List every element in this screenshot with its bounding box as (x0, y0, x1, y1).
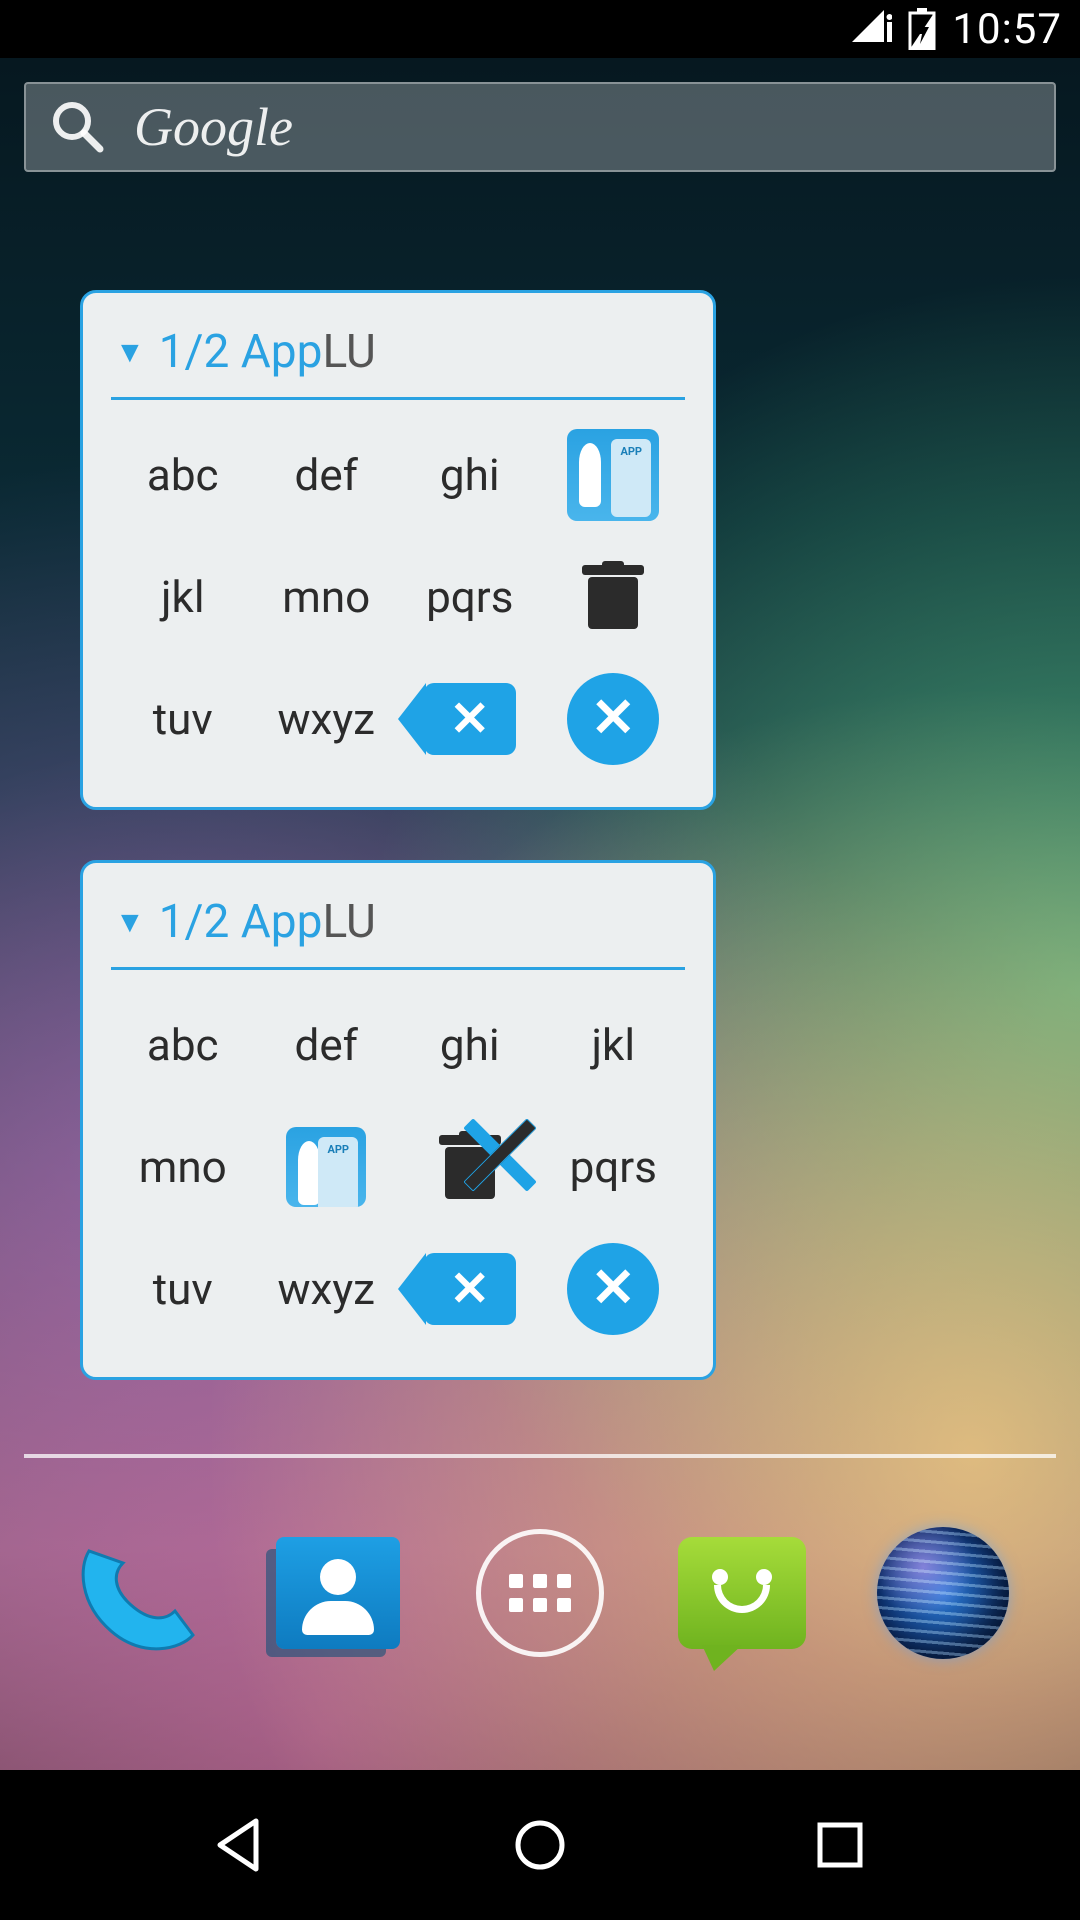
applu-app-icon[interactable] (567, 429, 659, 521)
back-button[interactable] (200, 1805, 280, 1885)
globe-icon (877, 1527, 1009, 1659)
messaging-icon (678, 1537, 806, 1649)
close-button[interactable]: ✕ (567, 673, 659, 765)
google-search-bar[interactable]: Google (24, 82, 1056, 172)
widget-title[interactable]: ▼ 1/2 AppLU (111, 317, 685, 400)
home-button[interactable] (500, 1805, 580, 1885)
key-jkl[interactable]: jkl (111, 536, 255, 658)
widget-title-prefix: 1/2 App (159, 325, 323, 379)
key-wxyz[interactable]: wxyz (255, 1228, 399, 1350)
key-ghi[interactable]: ghi (398, 984, 542, 1106)
backspace-button[interactable]: ✕ (424, 1243, 516, 1335)
messaging-app[interactable] (676, 1527, 808, 1659)
applu-app-icon[interactable] (286, 1127, 366, 1207)
phone-icon (71, 1533, 203, 1653)
recents-button[interactable] (800, 1805, 880, 1885)
dropdown-icon: ▼ (115, 905, 145, 940)
key-ghi[interactable]: ghi (398, 414, 542, 536)
widget-title-prefix: 1/2 App (159, 895, 323, 949)
contacts-icon (276, 1537, 400, 1649)
key-tuv[interactable]: tuv (111, 658, 255, 780)
applu-widget-1[interactable]: ▼ 1/2 AppLU abc def ghi jkl mno pqrs tuv… (80, 290, 716, 810)
page-indicator[interactable] (24, 1454, 1056, 1458)
navigation-bar (0, 1770, 1080, 1920)
apps-grid-icon (476, 1529, 604, 1657)
key-pqrs[interactable]: pqrs (398, 536, 542, 658)
key-def[interactable]: def (255, 984, 399, 1106)
widget-title-suffix: LU (322, 895, 375, 949)
dropdown-icon: ▼ (115, 335, 145, 370)
widget-title-suffix: LU (322, 325, 375, 379)
close-button[interactable]: ✕ (567, 1243, 659, 1335)
key-abc[interactable]: abc (111, 414, 255, 536)
search-placeholder: Google (134, 96, 293, 158)
key-def[interactable]: def (255, 414, 399, 536)
key-mno[interactable]: mno (111, 1106, 255, 1228)
apps-launcher[interactable] (474, 1527, 606, 1659)
key-abc[interactable]: abc (111, 984, 255, 1106)
battery-charging-icon (908, 8, 936, 50)
status-bar: 10:57 (0, 0, 1080, 58)
widget-title[interactable]: ▼ 1/2 AppLU (111, 887, 685, 970)
key-tuv[interactable]: tuv (111, 1228, 255, 1350)
backspace-button[interactable]: ✕ (424, 673, 516, 765)
browser-app[interactable] (877, 1527, 1009, 1659)
key-wxyz[interactable]: wxyz (255, 658, 399, 780)
status-time: 10:57 (952, 5, 1062, 54)
contacts-app[interactable] (272, 1527, 404, 1659)
key-mno[interactable]: mno (255, 536, 399, 658)
key-jkl[interactable]: jkl (542, 984, 686, 1106)
search-icon (50, 99, 106, 155)
applu-widget-2[interactable]: ▼ 1/2 AppLU abc def ghi jkl mno pqrs tuv… (80, 860, 716, 1380)
signal-icon (852, 10, 892, 48)
key-pqrs[interactable]: pqrs (542, 1106, 686, 1228)
trash-icon[interactable] (567, 551, 659, 643)
x-mark-icon[interactable] (460, 1115, 540, 1195)
phone-app[interactable] (71, 1527, 203, 1659)
dock (0, 1500, 1080, 1686)
